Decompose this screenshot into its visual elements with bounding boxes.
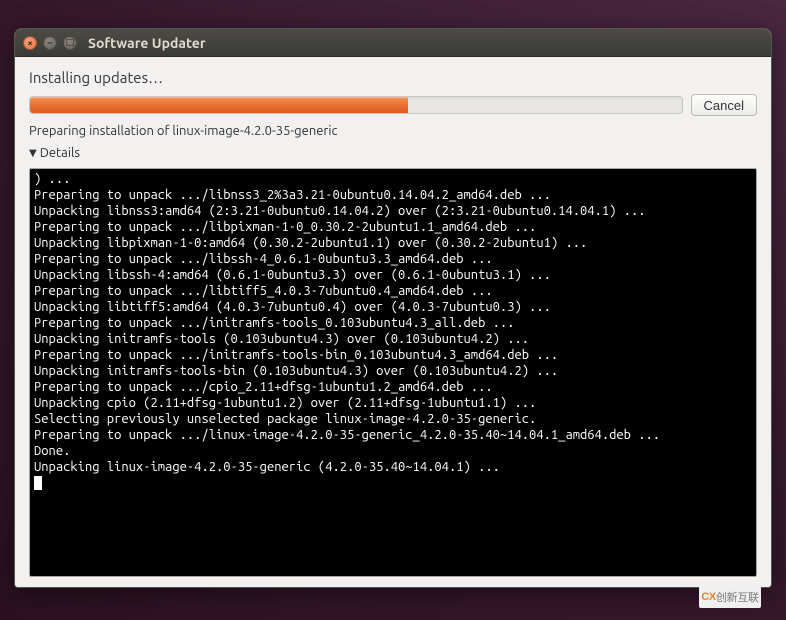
titlebar[interactable]: × – □ Software Updater xyxy=(15,29,771,57)
close-icon[interactable]: × xyxy=(23,36,37,50)
minimize-icon[interactable]: – xyxy=(43,36,57,50)
terminal-output[interactable]: ) ... Preparing to unpack .../libnss3_2%… xyxy=(29,168,757,577)
software-updater-window: × – □ Software Updater Installing update… xyxy=(14,28,772,588)
progress-fill xyxy=(30,97,408,113)
watermark-text: 创新互联 xyxy=(716,589,759,605)
chevron-down-icon: ▼ xyxy=(29,148,37,158)
maximize-icon[interactable]: □ xyxy=(63,36,77,50)
window-controls: × – □ xyxy=(23,36,77,50)
terminal-cursor xyxy=(34,476,42,490)
content-area: Installing updates… Cancel Preparing ins… xyxy=(15,57,771,587)
window-title: Software Updater xyxy=(88,35,206,51)
page-heading: Installing updates… xyxy=(29,69,757,86)
cancel-button[interactable]: Cancel xyxy=(691,94,757,116)
progress-bar xyxy=(29,96,683,114)
details-toggle[interactable]: ▼ Details xyxy=(29,146,757,160)
progress-row: Cancel xyxy=(29,94,757,116)
details-label: Details xyxy=(40,146,80,160)
watermark-prefix: CX xyxy=(701,591,716,603)
watermark-logo: CX创新互联 xyxy=(699,586,761,608)
status-text: Preparing installation of linux-image-4.… xyxy=(29,124,757,138)
